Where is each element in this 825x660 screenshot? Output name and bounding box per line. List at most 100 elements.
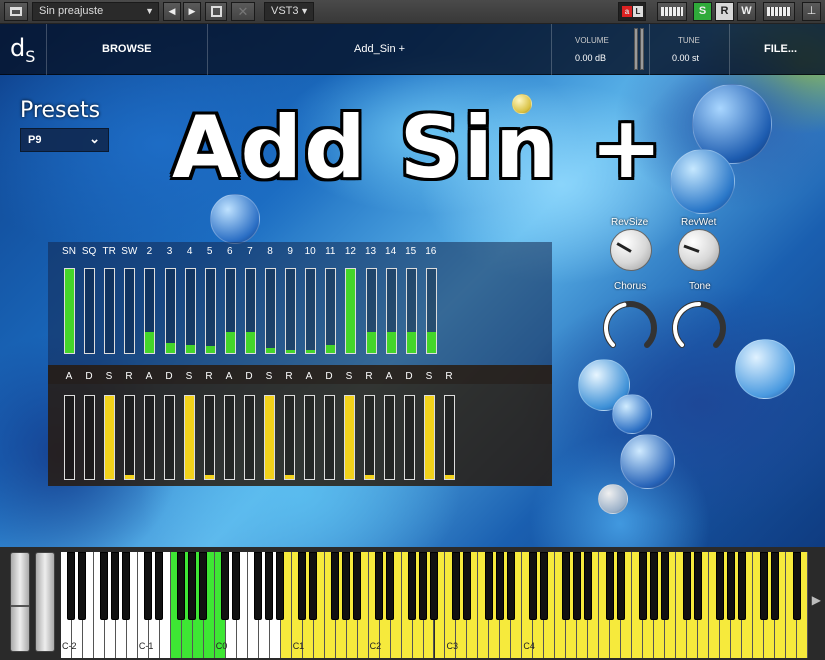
chorus-knob[interactable]	[601, 299, 659, 357]
prev-preset-button[interactable]: ◀	[163, 2, 181, 21]
black-key[interactable]	[375, 552, 384, 620]
black-key[interactable]	[715, 552, 724, 620]
black-key[interactable]	[177, 552, 186, 620]
black-key[interactable]	[726, 552, 735, 620]
instrument-title: Add Sin +	[172, 98, 665, 198]
plugin-menu-button[interactable]	[4, 2, 28, 21]
black-key[interactable]	[770, 552, 779, 620]
black-key[interactable]	[561, 552, 570, 620]
black-key[interactable]	[199, 552, 208, 620]
keyboard-scroll-right-icon[interactable]: ▶	[812, 593, 821, 607]
preset-dropdown[interactable]: P9 ⌄	[20, 128, 109, 152]
format-combo[interactable]: VST3 ▼	[264, 2, 314, 21]
black-key[interactable]	[759, 552, 768, 620]
revwet-knob[interactable]	[678, 229, 720, 271]
black-key[interactable]	[572, 552, 581, 620]
black-key[interactable]	[78, 552, 87, 620]
pin-icon: ⊥	[806, 5, 817, 17]
black-key[interactable]	[408, 552, 417, 620]
black-key[interactable]	[528, 552, 537, 620]
harmonic-slider-fill	[145, 332, 155, 353]
black-key[interactable]	[495, 552, 504, 620]
black-key[interactable]	[737, 552, 746, 620]
black-key[interactable]	[144, 552, 153, 620]
tone-knob[interactable]	[670, 299, 728, 357]
envelope-slider-fill	[445, 475, 454, 479]
black-key[interactable]	[254, 552, 263, 620]
sidechain-s-button[interactable]: S	[693, 2, 712, 21]
black-key[interactable]	[583, 552, 592, 620]
harmonic-slider-fill	[245, 332, 255, 353]
envelope-slider-fill	[285, 475, 294, 479]
black-key[interactable]	[188, 552, 197, 620]
black-key[interactable]	[221, 552, 230, 620]
harmonic-slider-label: 7	[247, 246, 253, 257]
envelope-slider-label: D	[325, 371, 333, 382]
black-key[interactable]	[331, 552, 340, 620]
black-key[interactable]	[506, 552, 515, 620]
browse-button[interactable]: BROWSE	[102, 43, 152, 55]
black-key[interactable]	[67, 552, 76, 620]
harmonic-slider-label: 15	[405, 246, 417, 257]
read-r-button[interactable]: R	[715, 2, 734, 21]
midi-keyboard-button[interactable]	[763, 2, 795, 21]
black-key[interactable]	[342, 552, 351, 620]
harmonic-slider-label: SW	[121, 246, 138, 257]
pitch-wheel[interactable]	[10, 552, 30, 652]
tune-value[interactable]: 0.00 st	[672, 53, 699, 63]
preset-combo[interactable]: Sin preajuste ▼	[32, 2, 159, 21]
black-key[interactable]	[693, 552, 702, 620]
harmonic-slider-label: 3	[166, 246, 173, 257]
black-key[interactable]	[605, 552, 614, 620]
instrument-name[interactable]: Add_Sin +	[354, 43, 405, 55]
black-key[interactable]	[539, 552, 548, 620]
black-key[interactable]	[353, 552, 362, 620]
black-key[interactable]	[265, 552, 274, 620]
logo-letter-s: S	[25, 47, 36, 66]
black-key[interactable]	[682, 552, 691, 620]
harmonic-slider-fill	[185, 345, 195, 353]
harmonic-slider-track	[345, 268, 357, 354]
black-key[interactable]	[386, 552, 395, 620]
black-key[interactable]	[616, 552, 625, 620]
next-preset-button[interactable]: ▶	[183, 2, 201, 21]
black-key[interactable]	[276, 552, 285, 620]
harmonic-slider-track	[144, 268, 156, 354]
black-key[interactable]	[484, 552, 493, 620]
keyboard-button[interactable]	[657, 2, 687, 21]
pin-button[interactable]: ⊥	[802, 2, 821, 21]
black-key[interactable]	[111, 552, 120, 620]
black-key[interactable]	[419, 552, 427, 620]
harmonic-slider-track	[425, 268, 437, 354]
harmonic-slider-fill	[266, 348, 275, 353]
black-key[interactable]	[298, 552, 307, 620]
mod-wheel[interactable]	[35, 552, 55, 652]
envelope-slider-track	[104, 395, 115, 480]
black-key[interactable]	[451, 552, 460, 620]
volume-value[interactable]: 0.00 dB	[575, 53, 606, 63]
delete-button[interactable]: ✕	[231, 2, 255, 21]
save-button[interactable]	[205, 2, 227, 21]
tone-label: Tone	[689, 281, 711, 292]
black-key[interactable]	[462, 552, 471, 620]
write-w-button[interactable]: W	[737, 2, 756, 21]
harmonic-slider-fill	[306, 350, 316, 353]
black-key[interactable]	[638, 552, 647, 620]
black-key[interactable]	[430, 552, 438, 620]
file-menu-button[interactable]: FILE...	[764, 43, 797, 55]
harmonic-slider-fill	[326, 345, 336, 353]
black-key[interactable]	[649, 552, 658, 620]
harmonic-slider-label: 13	[364, 246, 377, 257]
black-key[interactable]	[660, 552, 669, 620]
revsize-knob[interactable]	[610, 229, 652, 271]
black-key[interactable]	[155, 552, 164, 620]
black-key[interactable]	[309, 552, 318, 620]
black-key[interactable]	[100, 552, 109, 620]
bubble-decor	[210, 194, 260, 244]
black-key[interactable]	[232, 552, 241, 620]
automation-toggle[interactable]: a L	[618, 2, 646, 21]
black-key[interactable]	[792, 552, 801, 620]
black-key[interactable]	[122, 552, 131, 620]
envelope-slider-fill	[205, 475, 214, 479]
envelope-slider-fill	[425, 396, 434, 479]
